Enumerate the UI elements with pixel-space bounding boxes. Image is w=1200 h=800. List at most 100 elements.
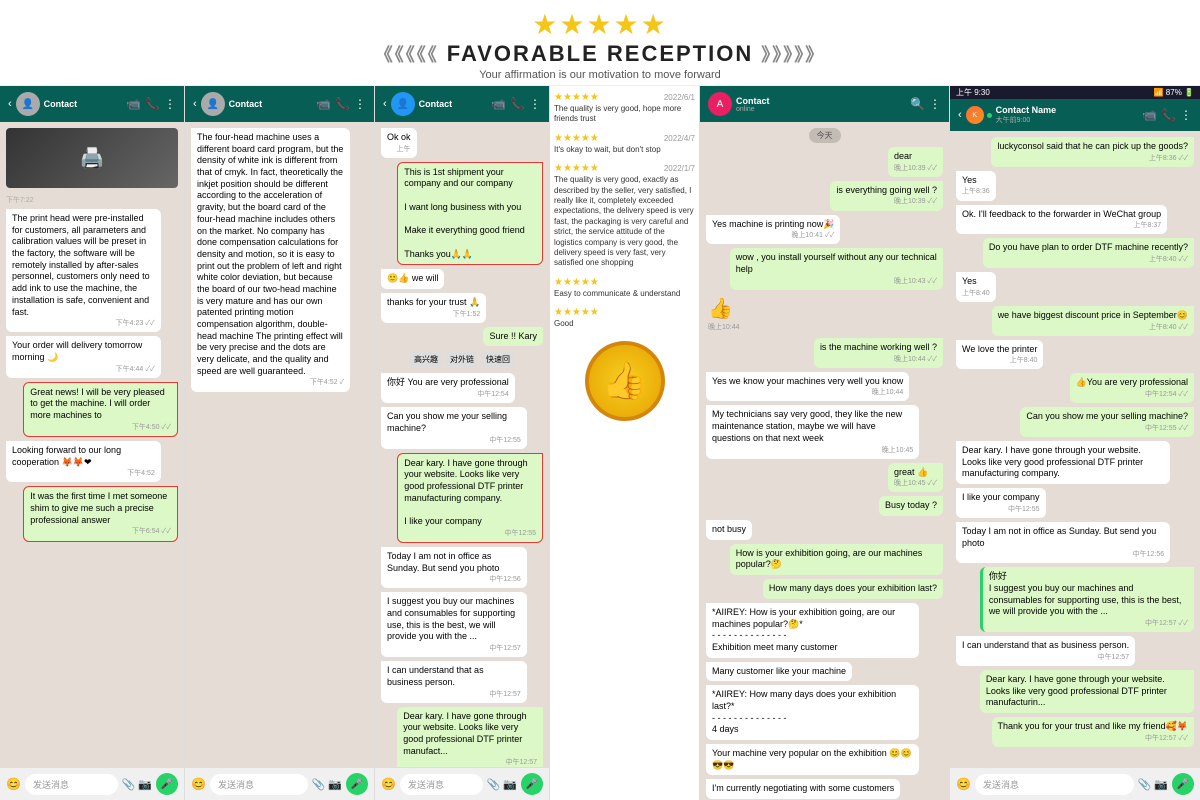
review-item-1: ★★★★★ 2022/6/1 The quality is very good,… (554, 92, 695, 125)
messages-area-3: Ok ok 上午 This is 1st shipment your compa… (375, 122, 549, 767)
msg-4-1: dear 晚上10:39 ✓✓ (888, 147, 943, 177)
search-icon-4[interactable]: 🔍 (910, 97, 925, 111)
msg-5-6: we have biggest discount price in Septem… (992, 306, 1194, 336)
back-icon-3[interactable]: ‹ (383, 98, 387, 110)
review-item-3: ★★★★★ 2022/1/7 The quality is very good,… (554, 163, 695, 269)
left-arrows: 《《《《《 (375, 41, 439, 67)
message-bubble: Looking forward to our long cooperation … (6, 441, 161, 482)
message-input-2[interactable]: 发送消息 (210, 774, 308, 795)
msg-4-18: I'm currently negotiating with some cust… (706, 779, 900, 799)
msg-4-11: not busy (706, 520, 752, 540)
chat-panel-3: ‹ 👤 Contact 📹 📞 ⋮ Ok ok 上午 This is 1st s… (375, 86, 550, 800)
call-icon-2[interactable]: 📞 (335, 97, 350, 111)
review-text-2: It's okay to wait, but don't stop (554, 145, 695, 155)
video-icon[interactable]: 📹 (126, 97, 141, 111)
review-text-1: The quality is very good, hope more frie… (554, 104, 695, 125)
camera-icon-2[interactable]: 📷 (328, 778, 342, 791)
attach-icon-2[interactable]: 📎 (312, 778, 326, 791)
msg-5-9: Can you show me your selling machine? 中午… (1020, 407, 1194, 437)
date-label-4: 今天 (809, 128, 841, 143)
messages-area-2: The four-head machine uses a different b… (185, 122, 374, 767)
camera-icon-3[interactable]: 📷 (503, 778, 517, 791)
menu-icon-3[interactable]: ⋮ (529, 97, 541, 111)
messages-area-4: 今天 dear 晚上10:39 ✓✓ is everything going w… (700, 122, 949, 800)
video-icon-3[interactable]: 📹 (491, 97, 506, 111)
review-stars-3: ★★★★★ (554, 163, 599, 174)
right-arrows: 》》》》》 (761, 41, 825, 67)
msg-5-13: 你好I suggest you buy our machines and con… (980, 567, 1194, 632)
mic-button-5[interactable]: 🎤 (1172, 773, 1194, 795)
chat-input-bar-2[interactable]: 😊 发送消息 📎 📷 🎤 (185, 767, 374, 800)
reply-btn[interactable]: 高兴趣 (410, 352, 442, 367)
review-stars-2: ★★★★★ (554, 133, 599, 144)
mic-button-3[interactable]: 🎤 (521, 773, 543, 795)
chat-input-bar-1[interactable]: 😊 发送消息 📎 📷 🎤 (0, 767, 184, 800)
call-icon[interactable]: 📞 (145, 97, 160, 111)
mic-button[interactable]: 🎤 (156, 773, 178, 795)
review-date-1: 2022/6/1 (664, 93, 695, 102)
msg-4-16: *AIIREY: How many days does your exhibit… (706, 685, 919, 740)
review-item-5: ★★★★★ Good (554, 307, 695, 329)
msg-3-9: Today I am not in office as Sunday. But … (381, 547, 527, 588)
msg-5-12: Today I am not in office as Sunday. But … (956, 522, 1170, 563)
message-input-1[interactable]: 发送消息 (25, 774, 118, 795)
msg-3-1: Ok ok 上午 (381, 128, 417, 158)
menu-icon[interactable]: ⋮ (164, 97, 176, 111)
video-icon-5[interactable]: 📹 (1142, 108, 1157, 122)
emoji-icon-5[interactable]: 😊 (956, 777, 971, 791)
emoji-icon[interactable]: 😊 (6, 777, 21, 791)
msg-3-4: thanks for your trust 🙏 下午1:52 (381, 293, 486, 323)
msg-5-14: I can understand that as business person… (956, 636, 1135, 666)
main-content: ‹ 👤 Contact 📹 📞 ⋮ 🖨️ 下午7:22 The print he… (0, 86, 1200, 800)
message-input-3[interactable]: 发送消息 (400, 774, 483, 795)
chat-header-2: ‹ 👤 Contact 📹 📞 ⋮ (185, 86, 374, 122)
messages-area-5: luckyconsol said that he can pick up the… (950, 131, 1200, 767)
call-icon-3[interactable]: 📞 (510, 97, 525, 111)
back-icon-2[interactable]: ‹ (193, 98, 197, 110)
msg-4-2: is everything going well ? 晚上10:39 ✓✓ (830, 181, 943, 211)
avatar-1: 👤 (16, 92, 40, 116)
chat-header-5: ‹ K Contact Name 大午前9:00 📹 📞 ⋮ (950, 99, 1200, 131)
message-bubble-highlight2: It was the first time I met someone shim… (23, 486, 178, 541)
msg-3-7: Can you show me your selling machine? 中午… (381, 407, 527, 448)
attach-icon[interactable]: 📎 (122, 778, 136, 791)
msg-3-2-highlight: This is 1st shipment your company and ou… (397, 162, 543, 266)
chat-input-bar-3[interactable]: 😊 发送消息 📎 📷 🎤 (375, 767, 549, 800)
camera-icon-5[interactable]: 📷 (1154, 778, 1168, 791)
msg-4-7: Yes we know your machines very well you … (706, 372, 909, 402)
chat-panel-1: ‹ 👤 Contact 📹 📞 ⋮ 🖨️ 下午7:22 The print he… (0, 86, 185, 800)
message-bubble-highlight: Great news! I will be very pleased to ge… (23, 382, 178, 437)
menu-icon-5[interactable]: ⋮ (1180, 108, 1192, 122)
msg-4-17: Your machine very popular on the exhibit… (706, 744, 919, 775)
quick-btn[interactable]: 快速回 (482, 352, 514, 367)
emoji-icon-2[interactable]: 😊 (191, 777, 206, 791)
message-input-5[interactable]: 发送消息 (975, 774, 1134, 795)
msg-5-5: Yes 上午8:40 (956, 272, 996, 302)
avatar-3: 👤 (391, 92, 415, 116)
attach-icon-5[interactable]: 📎 (1138, 778, 1152, 791)
msg-5-2: Yes 上午8:36 (956, 171, 996, 201)
video-icon-2[interactable]: 📹 (316, 97, 331, 111)
msg-4-8: My technicians say very good, they like … (706, 405, 919, 458)
camera-icon[interactable]: 📷 (138, 778, 152, 791)
msg-4-14: *AIIREY: How is your exhibition going, a… (706, 603, 919, 658)
msg-3-6: 你好 You are very professional 中午12:54 (381, 373, 515, 403)
stars-row: ★★★★★ (532, 8, 668, 41)
back-icon[interactable]: ‹ (8, 98, 12, 110)
external-btn[interactable]: 对外链 (446, 352, 478, 367)
mic-button-2[interactable]: 🎤 (346, 773, 368, 795)
review-text-5: Good (554, 319, 695, 329)
msg-4-13: How many days does your exhibition last? (763, 579, 943, 599)
review-date-2: 2022/4/7 (664, 134, 695, 143)
status-icons: 📶 87% 🔋 (1154, 88, 1194, 97)
msg-3-10: I suggest you buy our machines and consu… (381, 592, 527, 657)
chat-input-bar-5[interactable]: 😊 发送消息 📎 📷 🎤 (950, 767, 1200, 800)
menu-icon-4[interactable]: ⋮ (929, 97, 941, 111)
call-icon-5[interactable]: 📞 (1161, 108, 1176, 122)
attach-icon-3[interactable]: 📎 (487, 778, 501, 791)
emoji-icon-3[interactable]: 😊 (381, 777, 396, 791)
back-icon-5[interactable]: ‹ (958, 109, 962, 121)
menu-icon-2[interactable]: ⋮ (354, 97, 366, 111)
header-subtitle: Your affirmation is our motivation to mo… (479, 69, 721, 81)
msg-4-12: How is your exhibition going, are our ma… (730, 544, 943, 575)
